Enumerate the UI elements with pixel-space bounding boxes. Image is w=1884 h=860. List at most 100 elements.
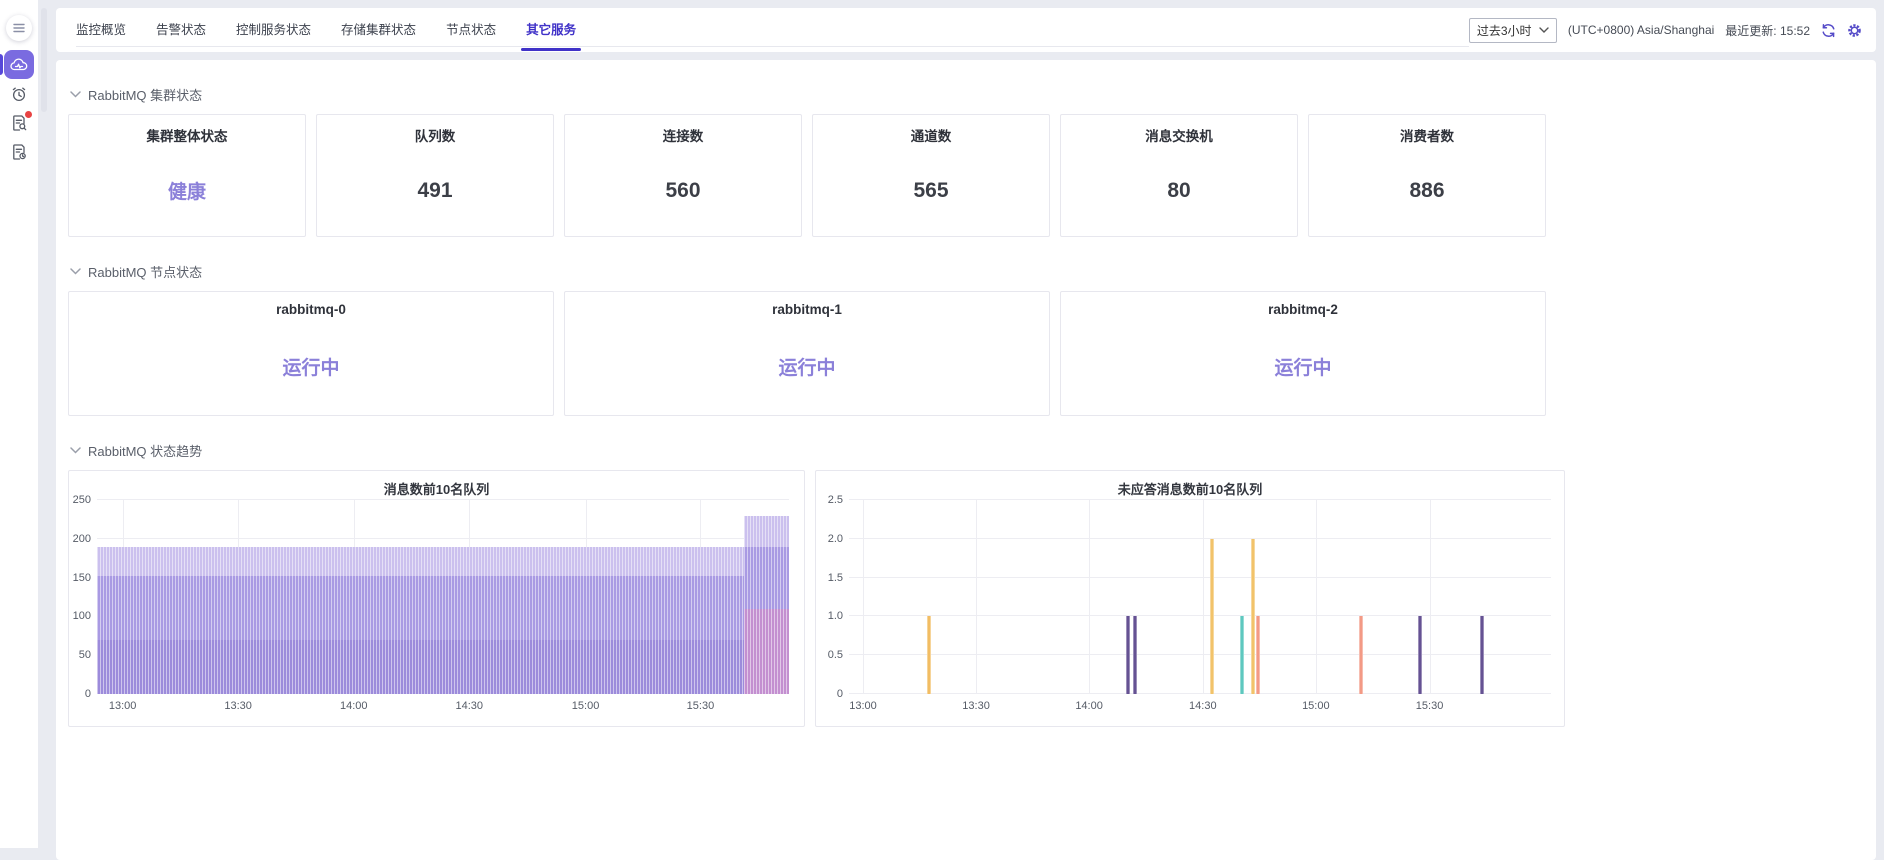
card-rabbitmq-2: rabbitmq-2 运行中 (1060, 291, 1546, 416)
chart-bar (1251, 539, 1255, 694)
tab-other-services[interactable]: 其它服务 (526, 19, 576, 42)
chart-title: 消息数前10名队列 (69, 479, 804, 498)
section-title: RabbitMQ 节点状态 (88, 262, 202, 281)
chart-title: 未应答消息数前10名队列 (816, 479, 1564, 498)
chart-bar (927, 616, 931, 694)
menu-toggle-button[interactable] (6, 15, 32, 41)
document-search-icon (10, 114, 28, 132)
x-axis-tick-label: 14:00 (1075, 700, 1103, 712)
tab-node-status[interactable]: 节点状态 (446, 19, 496, 42)
chart-bar (1480, 616, 1484, 694)
tab-alert-status[interactable]: 告警状态 (156, 19, 206, 42)
card-title: 通道数 (813, 125, 1049, 145)
chart-bar (1359, 616, 1363, 694)
topbar-controls: 过去3小时 (UTC+0800) Asia/Shanghai 最近更新: 15:… (1469, 8, 1862, 52)
card-queue-count: 队列数 491 (316, 114, 554, 237)
card-exchange-count: 消息交换机 80 (1060, 114, 1298, 237)
x-axis-tick-label: 13:30 (962, 700, 990, 712)
card-value: 886 (1309, 145, 1545, 236)
chart-bar (1126, 616, 1130, 694)
chart-bar (1418, 616, 1422, 694)
cluster-status-cards: 集群整体状态 健康 队列数 491 连接数 560 通道数 565 消息交换机 … (68, 114, 1546, 237)
x-axis-tick-label: 13:00 (109, 700, 137, 712)
chart-gridline (1089, 500, 1090, 694)
y-axis-tick-label: 250 (73, 494, 91, 506)
chart-gridline (863, 500, 864, 694)
card-value: 运行中 (565, 317, 1049, 415)
chart-plot-area[interactable]: 00.51.01.52.02.513:0013:3014:0014:3015:0… (849, 500, 1551, 694)
x-axis-tick-label: 15:00 (572, 700, 600, 712)
card-title: rabbitmq-2 (1061, 302, 1545, 317)
section-header-cluster-status[interactable]: RabbitMQ 集群状态 (70, 85, 1876, 104)
sidebar-item-inspection-report[interactable] (10, 114, 28, 132)
chart-gridline (849, 538, 1551, 539)
time-range-select[interactable]: 过去3小时 (1469, 18, 1557, 43)
tab-storage-cluster-status[interactable]: 存储集群状态 (341, 19, 416, 42)
chart-gridline (97, 538, 789, 539)
node-status-cards: rabbitmq-0 运行中 rabbitmq-1 运行中 rabbitmq-2… (68, 291, 1546, 416)
refresh-button[interactable] (1821, 23, 1836, 38)
x-axis-tick-label: 14:00 (340, 700, 368, 712)
timezone-label: (UTC+0800) Asia/Shanghai (1568, 23, 1714, 37)
card-title: 连接数 (565, 125, 801, 145)
tab-monitor-overview[interactable]: 监控概览 (76, 19, 126, 42)
alarm-clock-icon (10, 85, 28, 103)
x-axis-tick-label: 15:30 (687, 700, 715, 712)
chart-bar (1133, 616, 1137, 694)
red-dot-badge (25, 111, 32, 118)
chart-messages-top10: 消息数前10名队列 05010015020025013:0013:3014:00… (68, 470, 805, 727)
card-value: 565 (813, 145, 1049, 236)
section-header-node-status[interactable]: RabbitMQ 节点状态 (70, 262, 1876, 281)
tab-list: 监控概览 告警状态 控制服务状态 存储集群状态 节点状态 其它服务 (76, 8, 1469, 52)
sidebar-scrollbar[interactable] (41, 8, 47, 112)
y-axis-tick-label: 2.5 (828, 494, 843, 506)
chart-bar (1210, 539, 1214, 694)
top-tab-bar: 监控概览 告警状态 控制服务状态 存储集群状态 节点状态 其它服务 过去3小时 … (56, 8, 1876, 52)
y-axis-tick-label: 100 (73, 610, 91, 622)
card-title: 消费者数 (1309, 125, 1545, 145)
settings-button[interactable] (1847, 23, 1862, 38)
section-title: RabbitMQ 状态趋势 (88, 441, 202, 460)
card-title: 队列数 (317, 125, 553, 145)
card-connection-count: 连接数 560 (564, 114, 802, 237)
trend-charts: 消息数前10名队列 05010015020025013:0013:3014:00… (68, 470, 1565, 727)
x-axis-tick-label: 14:30 (1189, 700, 1217, 712)
section-title: RabbitMQ 集群状态 (88, 85, 202, 104)
chart-gridline (1316, 500, 1317, 694)
card-cluster-health: 集群整体状态 健康 (68, 114, 306, 237)
chart-bar-band (744, 609, 789, 694)
card-value: 491 (317, 145, 553, 236)
sidebar-item-scheduled-report[interactable] (10, 143, 28, 161)
sidebar-item-alarm[interactable] (10, 85, 28, 103)
card-title: rabbitmq-1 (565, 302, 1049, 317)
cloud-monitor-icon (10, 57, 28, 73)
chart-gridline (849, 654, 1551, 655)
chart-gridline (976, 500, 977, 694)
chart-plot-area[interactable]: 05010015020025013:0013:3014:0014:3015:00… (97, 500, 789, 694)
x-axis-tick-label: 13:00 (849, 700, 877, 712)
sidebar (0, 0, 38, 848)
x-axis-tick-label: 15:00 (1302, 700, 1330, 712)
card-value: 560 (565, 145, 801, 236)
y-axis-tick-label: 1.5 (828, 572, 843, 584)
chart-bar-band (97, 640, 789, 694)
active-item-indicator (0, 54, 3, 75)
chevron-down-icon (70, 91, 81, 98)
chevron-down-icon (70, 268, 81, 275)
chart-gridline (849, 693, 1551, 694)
tab-control-service-status[interactable]: 控制服务状态 (236, 19, 311, 42)
y-axis-tick-label: 1.0 (828, 610, 843, 622)
chart-gridline (1203, 500, 1204, 694)
chevron-down-icon (1539, 27, 1549, 33)
chart-unacked-top10: 未应答消息数前10名队列 00.51.01.52.02.513:0013:301… (815, 470, 1565, 727)
chart-bar (1256, 616, 1260, 694)
sidebar-item-monitor-dashboard[interactable] (4, 50, 34, 79)
card-value: 运行中 (1061, 317, 1545, 415)
section-header-status-trend[interactable]: RabbitMQ 状态趋势 (70, 441, 1876, 460)
y-axis-tick-label: 2.0 (828, 533, 843, 545)
y-axis-tick-label: 0 (85, 688, 91, 700)
chart-gridline (849, 577, 1551, 578)
y-axis-tick-label: 0 (837, 688, 843, 700)
x-axis-tick-label: 14:30 (456, 700, 484, 712)
card-rabbitmq-1: rabbitmq-1 运行中 (564, 291, 1050, 416)
